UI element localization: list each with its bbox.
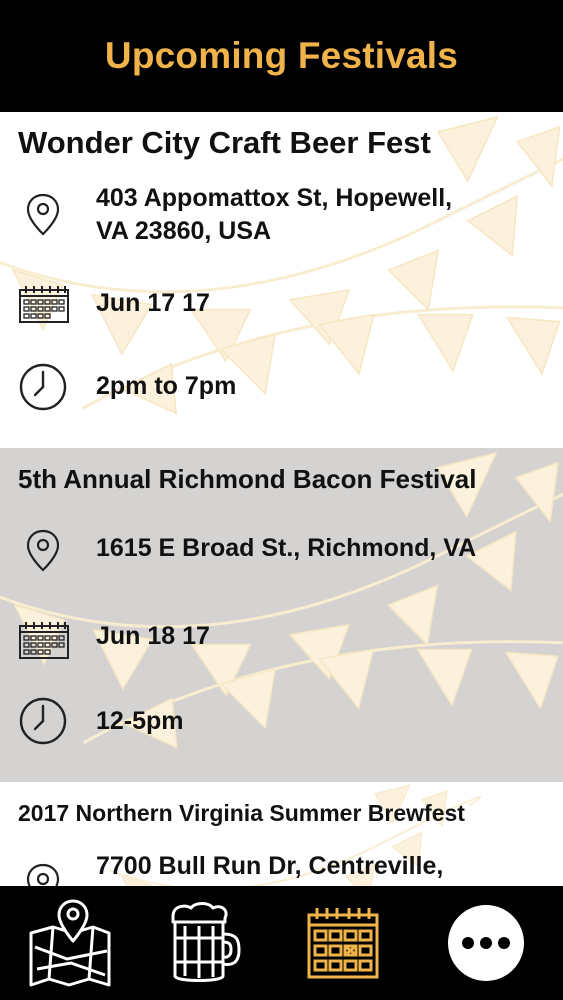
beer-mug-icon xyxy=(171,902,241,982)
festival-address: 7700 Bull Run Dr, Centreville, xyxy=(96,852,444,880)
clock-icon xyxy=(18,696,68,746)
location-pin-icon xyxy=(23,192,63,238)
festival-address: 1615 E Broad St., Richmond, VA xyxy=(96,534,477,562)
festival-card[interactable]: 5th Annual Richmond Bacon Festival 1615 … xyxy=(0,448,563,782)
calendar-icon xyxy=(18,620,70,660)
festival-card[interactable]: Wonder City Craft Beer Fest 403 Appomatt… xyxy=(0,112,563,448)
tab-more[interactable] xyxy=(416,886,556,1000)
festival-address: 403 Appomattox St, Hopewell, VA 23860, U… xyxy=(96,184,453,245)
clock-icon xyxy=(18,362,68,412)
festival-time: 12-5pm xyxy=(96,707,184,735)
location-pin-icon xyxy=(23,528,63,574)
more-icon xyxy=(448,905,524,981)
calendar-icon xyxy=(18,284,70,324)
app-header: Upcoming Festivals xyxy=(0,0,563,112)
festival-title: Wonder City Craft Beer Fest xyxy=(18,125,431,160)
calendar-icon xyxy=(307,908,379,979)
festival-card[interactable]: 2017 Northern Virginia Summer Brewfest 7… xyxy=(0,782,563,886)
festival-date: Jun 17 17 xyxy=(96,289,210,317)
festival-time: 2pm to 7pm xyxy=(96,372,237,400)
tab-calendar[interactable] xyxy=(273,886,413,1000)
location-pin-icon xyxy=(23,862,63,886)
tab-beers[interactable] xyxy=(133,886,273,1000)
festival-title: 2017 Northern Virginia Summer Brewfest xyxy=(18,800,465,826)
festival-date: Jun 18 17 xyxy=(96,622,210,650)
map-pin-icon xyxy=(29,899,111,987)
festival-list[interactable]: Wonder City Craft Beer Fest 403 Appomatt… xyxy=(0,112,563,886)
bottom-tab-bar xyxy=(0,886,563,1000)
festival-title: 5th Annual Richmond Bacon Festival xyxy=(18,464,477,494)
bunting-background xyxy=(0,448,563,782)
bunting-background xyxy=(0,112,563,448)
tab-map[interactable] xyxy=(0,886,140,1000)
page-title: Upcoming Festivals xyxy=(104,35,459,76)
